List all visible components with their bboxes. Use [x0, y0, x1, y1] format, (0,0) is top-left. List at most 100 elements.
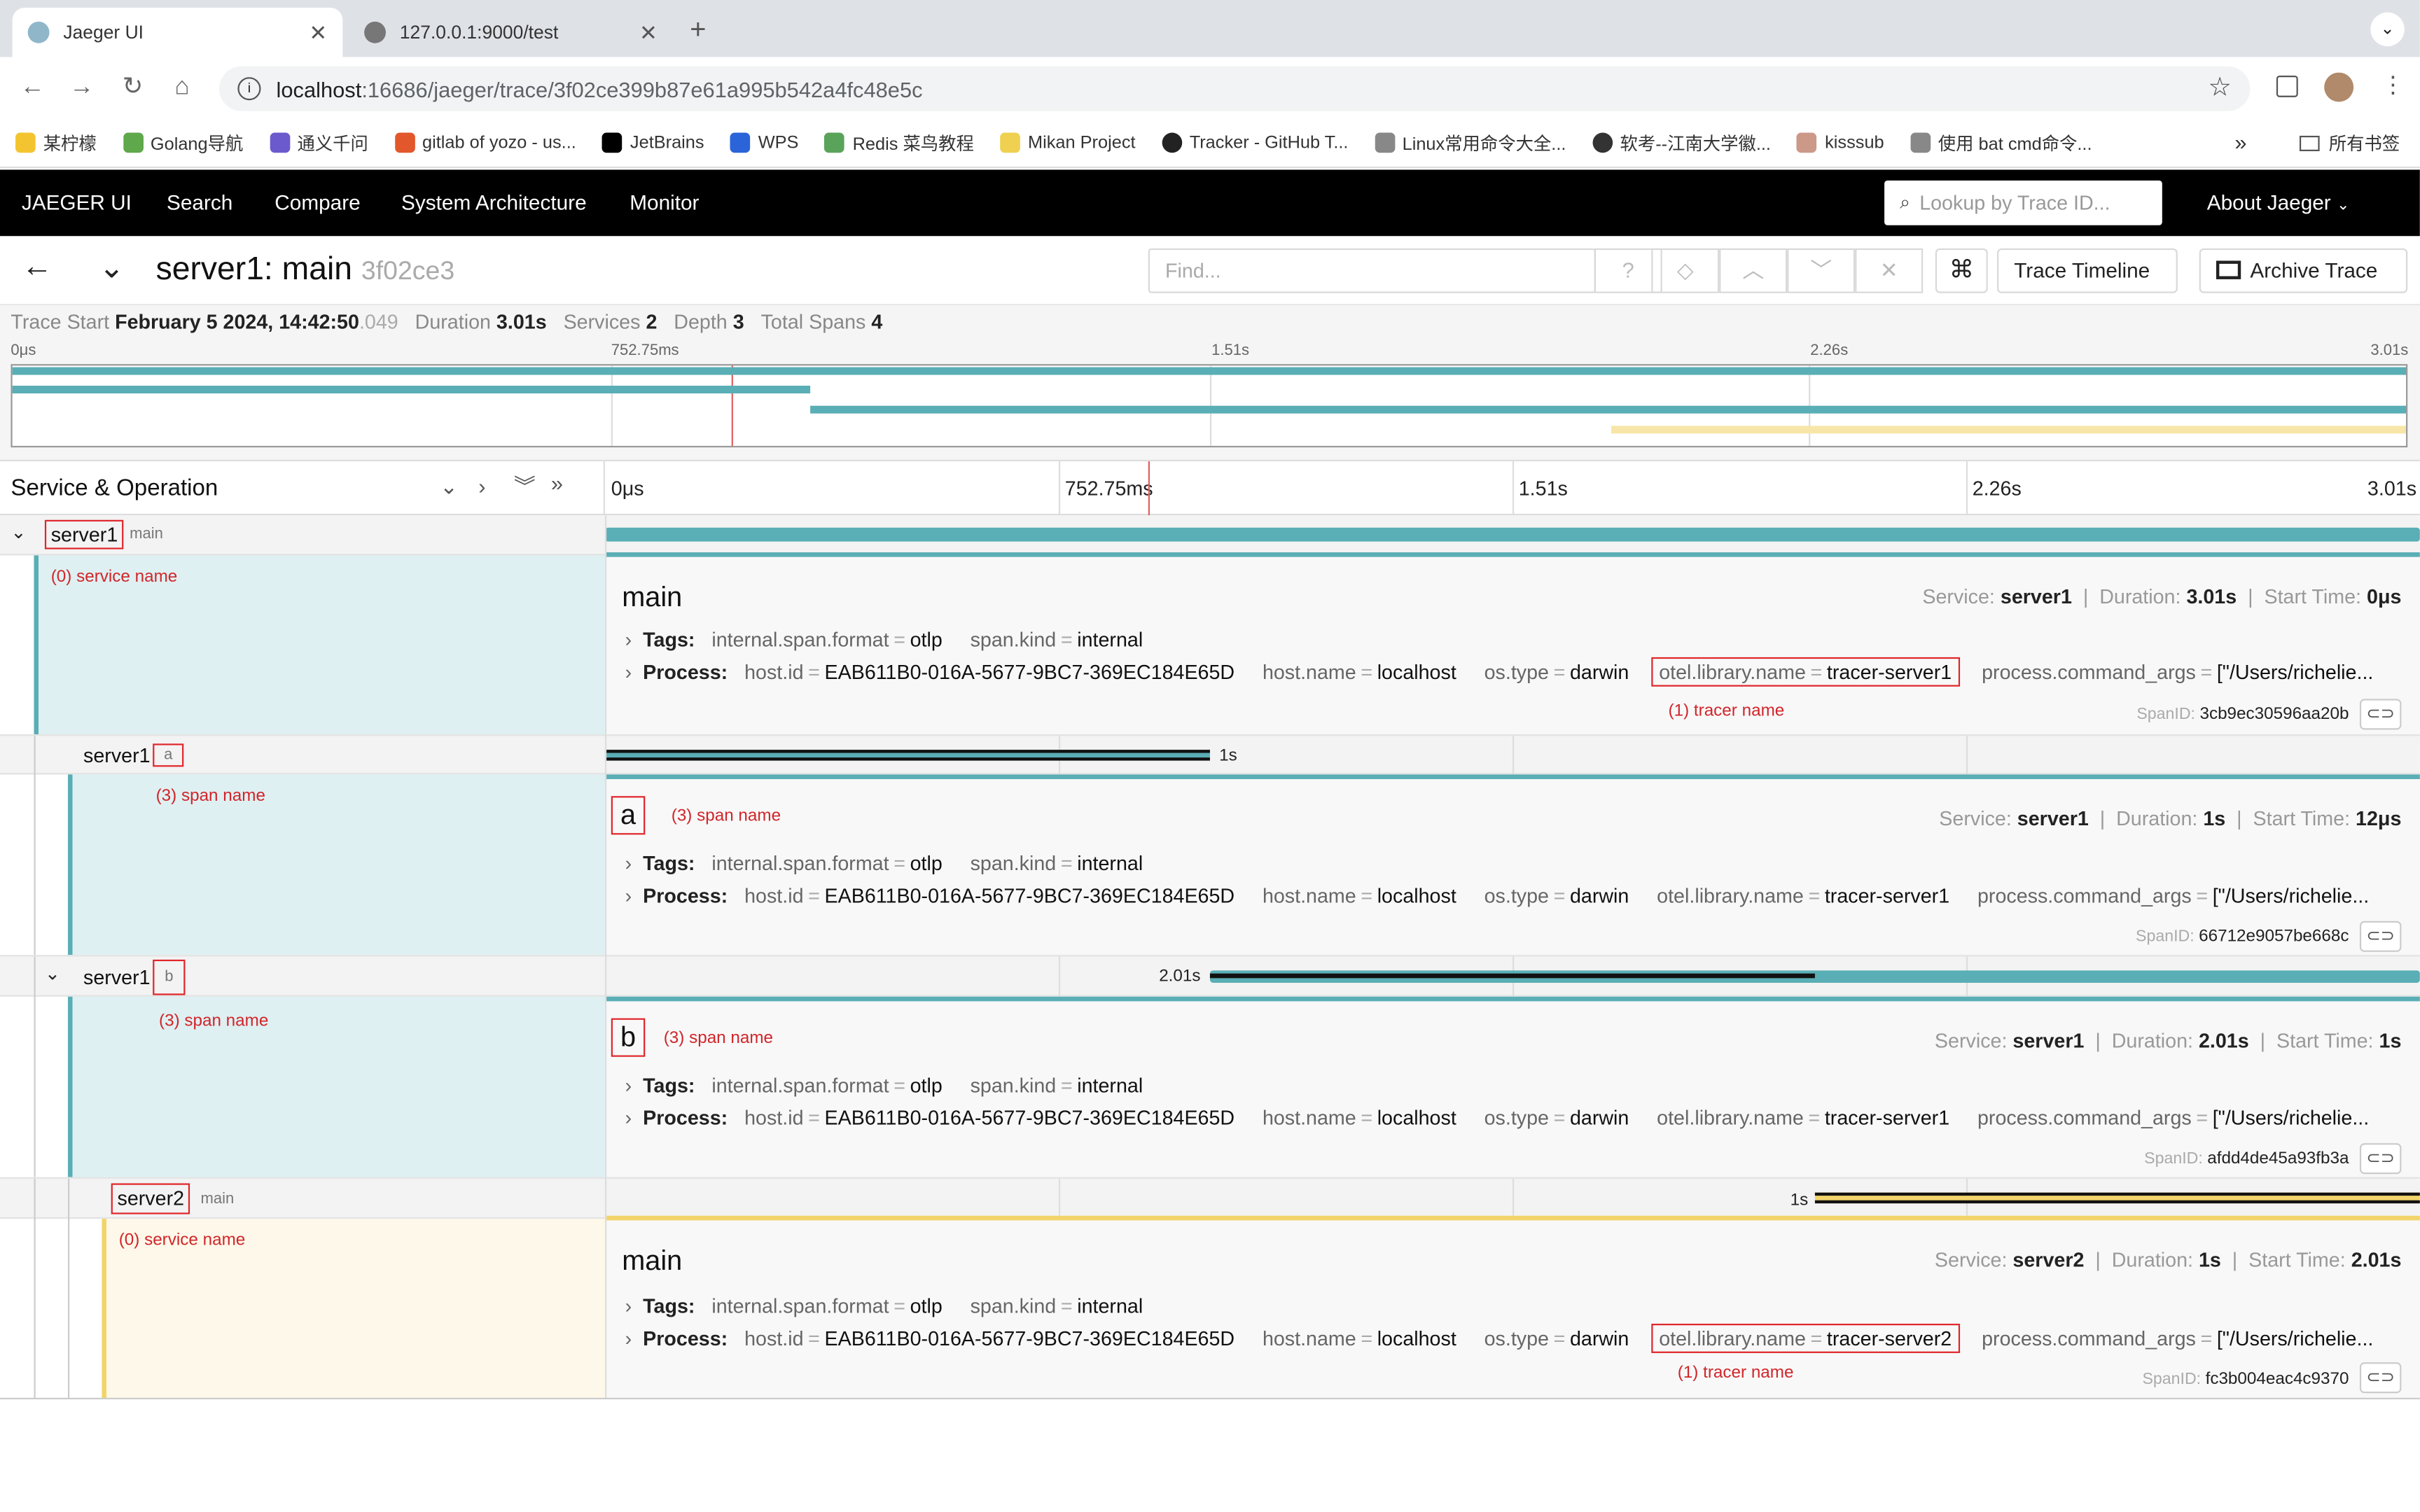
prev-match-icon[interactable]: ︿ — [1719, 248, 1788, 293]
bookmark-item[interactable]: Golang导航 — [123, 130, 243, 155]
span-service-name[interactable]: server1 — [83, 966, 151, 989]
span-operation: a — [153, 743, 184, 767]
timeline-tick: 0μs — [611, 477, 644, 500]
span-row[interactable]: ⌄ server1 main — [0, 515, 2420, 556]
forward-arrow-icon[interactable]: → — [65, 71, 99, 104]
span-service-name[interactable]: server1 — [83, 743, 151, 766]
all-bookmarks-button[interactable]: 所有书签 — [2299, 131, 2400, 155]
address-bar[interactable]: i localhost:16686/jaeger/trace/3f02ce399… — [218, 66, 2251, 111]
close-tab-icon[interactable]: ✕ — [639, 20, 658, 46]
trace-summary: Trace Start February 5 2024, 14:42:50.04… — [0, 305, 2420, 340]
clear-search-icon[interactable]: ✕ — [1855, 248, 1924, 293]
more-bookmarks-icon[interactable]: » — [2234, 130, 2246, 154]
nav-system-architecture[interactable]: System Architecture — [401, 169, 587, 236]
copy-link-icon[interactable]: ⊂⊃ — [2359, 1362, 2402, 1394]
span-indent-line — [34, 1219, 36, 1400]
span-operation: b — [153, 959, 186, 995]
bookmark-item[interactable]: Redis 菜鸟教程 — [824, 130, 974, 155]
span-tags[interactable]: › Tags: internal.span.format = otlp span.k… — [625, 1074, 1143, 1097]
span-tags[interactable]: › Tags: internal.span.format = otlp span.k… — [625, 852, 1143, 875]
chevron-right-icon: › — [625, 883, 632, 907]
bookmark-icon — [1000, 132, 1020, 153]
span-service-name[interactable]: server1 — [44, 519, 125, 550]
bookmark-item[interactable]: 某柠檬 — [15, 130, 97, 155]
span-bar[interactable] — [604, 527, 2420, 542]
collapse-all-icon[interactable]: ︾ — [514, 470, 536, 501]
copy-link-icon[interactable]: ⊂⊃ — [2359, 920, 2402, 952]
minimap-canvas[interactable] — [11, 364, 2408, 448]
star-bookmark-icon[interactable]: ☆ — [2208, 73, 2232, 104]
timeline-gridline — [1512, 1178, 1515, 1221]
close-tab-icon[interactable]: ✕ — [309, 20, 327, 46]
bookmark-item[interactable]: 软考--江南大学徽... — [1592, 130, 1771, 155]
back-arrow-icon[interactable]: ← — [15, 71, 49, 104]
profile-avatar[interactable] — [2324, 72, 2354, 102]
bookmark-item[interactable]: WPS — [730, 132, 798, 153]
bookmark-item[interactable]: Linux常用命令大全... — [1374, 130, 1566, 155]
copy-link-icon[interactable]: ⊂⊃ — [2359, 699, 2402, 730]
span-bar[interactable] — [1814, 1192, 2420, 1204]
span-process[interactable]: › Process: host.id = EAB611B0-016A-5677-9B… — [625, 884, 2370, 907]
span-tags[interactable]: › Tags: internal.span.format = otlp span.k… — [625, 628, 1143, 651]
chevron-down-icon[interactable]: ⌄ — [11, 522, 26, 543]
jaeger-brand[interactable]: JAEGER UI — [22, 169, 132, 236]
bookmark-item[interactable]: JetBrains — [602, 132, 704, 153]
chevron-right-icon: › — [625, 851, 632, 875]
reload-icon[interactable]: ↻ — [116, 71, 149, 104]
span-service-name[interactable]: server2 — [111, 1183, 190, 1214]
jaeger-top-nav: JAEGER UI Search Compare System Architec… — [0, 169, 2420, 237]
trace-minimap[interactable]: 0μs 752.75ms 1.51s 2.26s 3.01s — [0, 339, 2420, 460]
tab-search-chevron-icon[interactable]: ⌄ — [2370, 12, 2405, 47]
copy-link-icon[interactable]: ⊂⊃ — [2359, 1143, 2402, 1175]
new-tab-icon[interactable]: + — [690, 14, 706, 46]
span-operation: main — [200, 1191, 235, 1208]
span-row[interactable]: server2 main 1s — [0, 1177, 2420, 1221]
nav-compare[interactable]: Compare — [274, 169, 360, 236]
home-icon[interactable]: ⌂ — [165, 71, 199, 104]
collapse-one-icon[interactable]: ⌄ — [440, 474, 458, 500]
trace-view-select[interactable]: Trace Timeline ⌄ — [1996, 248, 2178, 324]
span-process[interactable]: › Process: host.id = EAB611B0-016A-5677-9B… — [625, 657, 2374, 687]
nav-monitor[interactable]: Monitor — [630, 169, 699, 236]
about-jaeger-menu[interactable]: About Jaeger ⌄ — [2207, 169, 2350, 236]
next-match-icon[interactable]: ﹀ — [1787, 248, 1856, 293]
span-detail-sidepane: (0) service name — [0, 555, 605, 735]
expand-one-icon[interactable]: › — [478, 474, 485, 498]
expand-all-icon[interactable]: » — [551, 470, 563, 495]
locate-icon[interactable]: ◇ — [1651, 248, 1720, 293]
span-row[interactable]: server1 a 1s — [0, 734, 2420, 776]
bookmark-item[interactable]: gitlab of yozo - us... — [394, 132, 576, 153]
side-panel-icon[interactable] — [2276, 75, 2298, 97]
column-divider[interactable] — [603, 461, 605, 517]
chevron-down-icon[interactable]: ⌄ — [45, 962, 60, 984]
archive-icon — [2216, 260, 2241, 279]
span-tags[interactable]: › Tags: internal.span.format = otlp span.k… — [625, 1294, 1143, 1317]
nav-search[interactable]: Search — [167, 169, 232, 236]
span-process[interactable]: › Process: host.id = EAB611B0-016A-5677-9B… — [625, 1324, 2374, 1353]
bookmark-item[interactable]: 使用 bat cmd命令... — [1910, 130, 2092, 155]
collapse-chevron-icon[interactable]: ⌄ — [99, 248, 125, 287]
keyboard-shortcuts-icon[interactable]: ⌘ — [1935, 248, 1988, 293]
chevron-right-icon: › — [625, 660, 632, 684]
back-arrow-icon[interactable]: ← — [22, 250, 53, 286]
bookmark-item[interactable]: Mikan Project — [1000, 132, 1136, 153]
tracer-name-annotation: (1) tracer name — [1677, 1364, 1794, 1382]
span-bar[interactable] — [604, 750, 1210, 761]
timeline-header: Service & Operation ⌄ › ︾ » 0μs 752.75ms… — [0, 459, 2420, 517]
archive-trace-button[interactable]: Archive Trace — [2199, 248, 2408, 293]
bookmark-item[interactable]: Tracker - GitHub T... — [1162, 132, 1348, 153]
tab-localhost-test[interactable]: 127.0.0.1:9000/test ✕ — [349, 8, 673, 57]
bookmark-item[interactable]: 通义千问 — [269, 130, 368, 155]
timeline-tick: 1.51s — [1518, 477, 1568, 500]
span-detail-meta: Service: server2 | Duration: 1s | Start … — [1934, 1248, 2402, 1272]
lookup-trace-input[interactable]: ⌕ Lookup by Trace ID... — [1884, 180, 2162, 225]
span-detail-sidepane: (3) span name — [0, 774, 605, 955]
menu-dots-icon[interactable]: ⋮ — [2381, 71, 2405, 99]
bookmark-item[interactable]: kisssub — [1797, 132, 1884, 153]
tab-jaeger-ui[interactable]: Jaeger UI ✕ — [12, 8, 343, 57]
span-row[interactable]: ⌄ server1 b 2.01s — [0, 955, 2420, 998]
timeline-gridline — [1966, 461, 1968, 517]
find-input[interactable]: Find... — [1148, 248, 1596, 293]
site-info-icon[interactable]: i — [237, 77, 261, 101]
span-process[interactable]: › Process: host.id = EAB611B0-016A-5677-9B… — [625, 1106, 2370, 1129]
